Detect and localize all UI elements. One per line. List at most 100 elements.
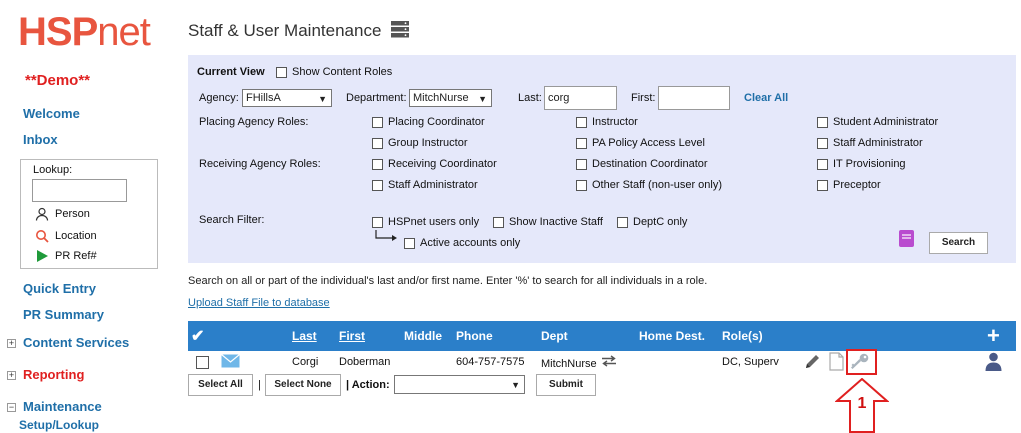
- show-inactive-staff-checkbox[interactable]: [493, 217, 504, 228]
- show-content-roles-checkbox[interactable]: [276, 67, 287, 78]
- lookup-pr-ref[interactable]: PR Ref#: [35, 249, 97, 263]
- demo-label: **Demo**: [25, 72, 91, 89]
- role-label: Destination Coordinator: [592, 158, 708, 170]
- role-checkbox[interactable]: [372, 117, 383, 128]
- role-checkbox[interactable]: [817, 138, 828, 149]
- role-checkbox[interactable]: [576, 117, 587, 128]
- select-all-check-icon[interactable]: ✔: [191, 326, 204, 346]
- play-icon: [37, 250, 48, 262]
- role-label: Preceptor: [833, 179, 881, 191]
- lookup-input[interactable]: [32, 179, 127, 202]
- highlight-box: [846, 349, 877, 375]
- role-checkbox[interactable]: [817, 159, 828, 170]
- role-label: Staff Administrator: [388, 179, 478, 191]
- transfer-icon[interactable]: [601, 355, 617, 367]
- nav-quick-entry[interactable]: Quick Entry: [23, 281, 96, 296]
- hspnet-logo[interactable]: HSPnet: [18, 10, 151, 55]
- column-first[interactable]: First: [339, 329, 365, 343]
- column-last[interactable]: Last: [292, 329, 317, 343]
- action-label: | Action:: [346, 379, 390, 391]
- show-content-roles-label: Show Content Roles: [292, 66, 393, 78]
- table-row: Corgi Doberman 604-757-7575 MitchNurse D…: [188, 351, 1016, 373]
- add-icon[interactable]: +: [987, 323, 1000, 349]
- role-label: Receiving Coordinator: [388, 158, 497, 170]
- user-icon[interactable]: [985, 352, 1002, 371]
- agency-label: Agency:: [199, 92, 239, 104]
- role-label: Other Staff (non-user only): [592, 179, 723, 191]
- first-label: First:: [631, 92, 656, 104]
- role-label: Student Administrator: [833, 116, 939, 128]
- search-filter-label: Search Filter:: [199, 214, 265, 226]
- role-checkbox[interactable]: [817, 117, 828, 128]
- action-select[interactable]: ▼: [394, 375, 525, 394]
- lookup-person[interactable]: Person: [35, 207, 90, 221]
- document-icon[interactable]: [829, 352, 844, 371]
- page-title: Staff & User Maintenance: [188, 21, 382, 40]
- submit-button[interactable]: Submit: [536, 374, 596, 396]
- nav-content-services[interactable]: Content Services: [23, 335, 129, 350]
- select-all-button[interactable]: Select All: [188, 374, 253, 396]
- role-label: IT Provisioning: [833, 158, 906, 170]
- clear-all-link[interactable]: Clear All: [744, 92, 788, 104]
- collapse-icon[interactable]: −: [7, 403, 16, 412]
- role-checkbox[interactable]: [372, 138, 383, 149]
- role-label: Instructor: [592, 116, 638, 128]
- sidebar: HSPnet **Demo** Welcome Inbox Lookup: Pe…: [0, 0, 170, 433]
- department-select[interactable]: MitchNurse ▼: [409, 89, 492, 107]
- select-none-button[interactable]: Select None: [265, 374, 341, 396]
- expand-icon[interactable]: +: [7, 339, 16, 348]
- hspnet-users-only-checkbox[interactable]: [372, 217, 383, 228]
- role-checkbox[interactable]: [576, 138, 587, 149]
- role-label: Placing Coordinator: [388, 116, 485, 128]
- role-checkbox[interactable]: [372, 180, 383, 191]
- nav-maintenance[interactable]: Maintenance: [23, 399, 102, 414]
- nav-reporting[interactable]: Reporting: [23, 367, 84, 382]
- expand-icon[interactable]: +: [7, 371, 16, 380]
- search-button[interactable]: Search: [929, 232, 988, 254]
- role-checkbox[interactable]: [576, 180, 587, 191]
- role-checkbox[interactable]: [576, 159, 587, 170]
- dropdown-arrow-icon: ▼: [511, 380, 520, 390]
- server-icon: [391, 21, 409, 38]
- search-panel: Current View Show Content Roles Agency: …: [188, 55, 1016, 263]
- show-inactive-staff-label: Show Inactive Staff: [509, 216, 603, 228]
- lookup-pr-ref-label: PR Ref#: [55, 250, 97, 262]
- active-accounts-only-checkbox[interactable]: [404, 238, 415, 249]
- current-view-label: Current View: [197, 66, 265, 78]
- row-checkbox[interactable]: [196, 356, 209, 369]
- role-checkbox[interactable]: [817, 180, 828, 191]
- book-icon[interactable]: [898, 229, 915, 248]
- department-label: Department:: [346, 92, 407, 104]
- lookup-location-label: Location: [55, 230, 97, 242]
- envelope-icon[interactable]: [221, 354, 240, 368]
- lookup-location[interactable]: Location: [35, 229, 97, 243]
- separator: |: [258, 379, 261, 391]
- pencil-icon[interactable]: [804, 353, 822, 370]
- agency-select[interactable]: FHillsA ▼: [242, 89, 332, 107]
- nav-pr-summary[interactable]: PR Summary: [23, 307, 104, 322]
- active-accounts-only-label: Active accounts only: [420, 237, 521, 249]
- first-name-input[interactable]: [658, 86, 730, 110]
- lookup-label: Lookup:: [33, 164, 73, 176]
- column-phone: Phone: [456, 329, 493, 343]
- last-name-input[interactable]: corg: [544, 86, 617, 110]
- hspnet-users-only-label: HSPnet users only: [388, 216, 480, 228]
- column-roles: Role(s): [722, 329, 763, 343]
- cell-last: Corgi: [292, 356, 319, 368]
- location-search-icon: [36, 230, 49, 243]
- callout-number: 1: [858, 395, 867, 412]
- nav-inbox[interactable]: Inbox: [23, 132, 58, 147]
- nav-welcome[interactable]: Welcome: [23, 106, 80, 121]
- role-label: PA Policy Access Level: [592, 137, 705, 149]
- role-checkbox[interactable]: [372, 159, 383, 170]
- upload-staff-file-link[interactable]: Upload Staff File to database: [188, 297, 330, 309]
- annotation-arrow: 1: [835, 378, 889, 433]
- dropdown-arrow-icon: ▼: [318, 94, 327, 104]
- role-label: Group Instructor: [388, 137, 468, 149]
- column-middle: Middle: [404, 329, 442, 343]
- deptc-only-checkbox[interactable]: [617, 217, 628, 228]
- cell-dept: MitchNurse: [541, 358, 597, 370]
- search-hint: Search on all or part of the individual'…: [188, 275, 708, 287]
- nav-setup-lookup[interactable]: Setup/Lookup: [19, 418, 99, 432]
- column-dept: Dept: [541, 329, 568, 343]
